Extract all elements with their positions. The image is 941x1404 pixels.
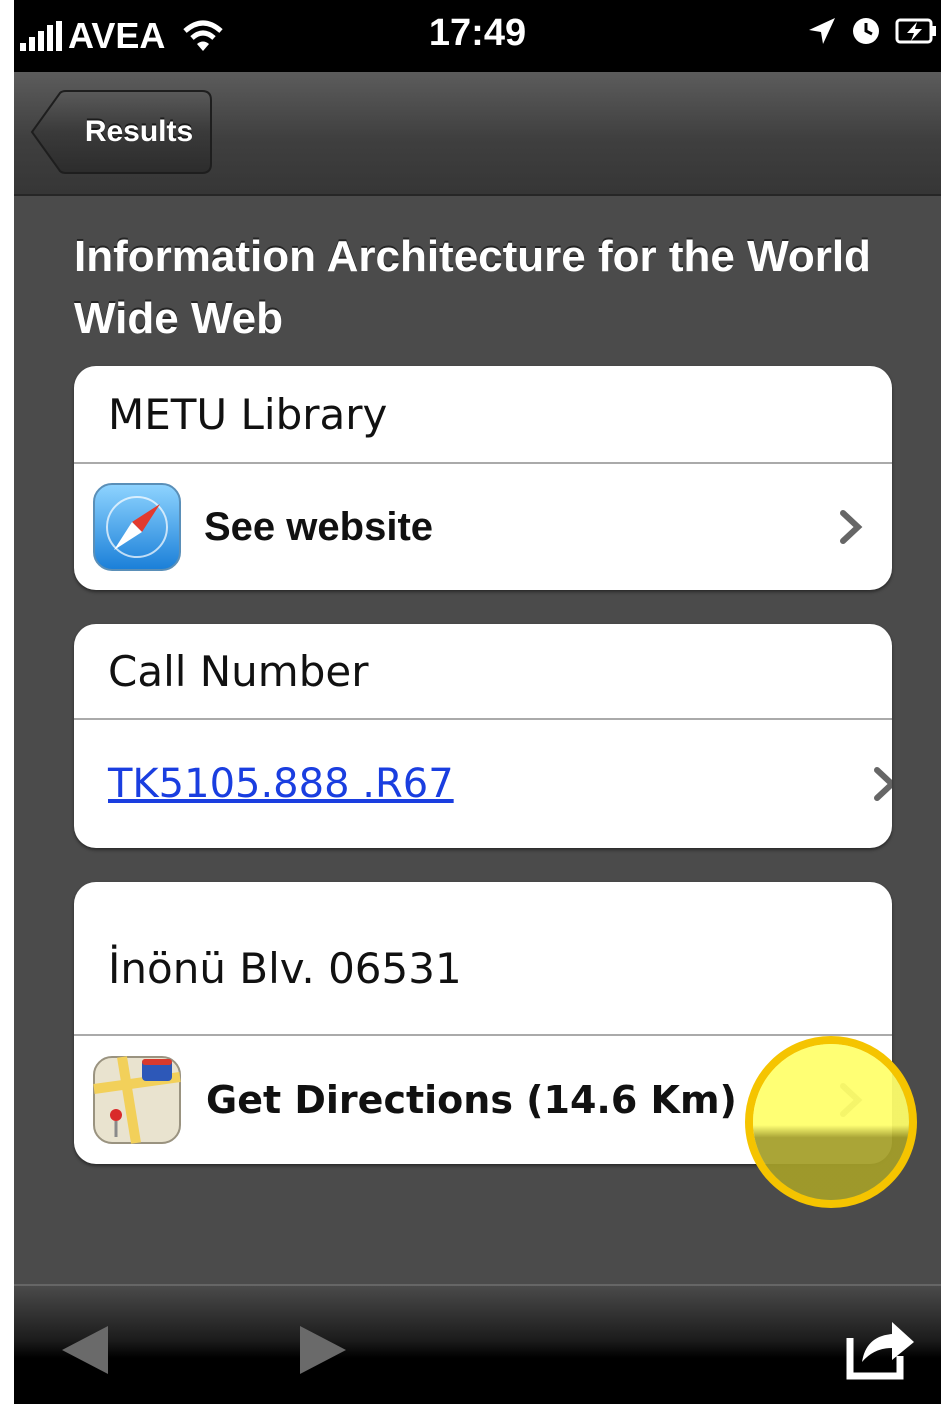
call-number-header: Call Number xyxy=(108,646,369,696)
call-number-header-row: Call Number xyxy=(74,624,892,718)
address-row: İnönü Blv. 06531 xyxy=(74,882,892,1034)
see-website-row[interactable]: See website xyxy=(74,464,892,590)
library-card: METU Library See website xyxy=(74,366,892,590)
battery-charging-icon xyxy=(895,18,936,44)
forward-arrow-icon[interactable] xyxy=(296,1322,352,1378)
get-directions-label: Get Directions (14.6 Km) xyxy=(206,1078,737,1122)
see-website-label: See website xyxy=(204,504,434,549)
bottom-toolbar xyxy=(14,1284,941,1404)
address-text: İnönü Blv. 06531 xyxy=(108,943,462,993)
library-name-row: METU Library xyxy=(74,366,892,462)
call-number-row[interactable]: TK5105.888 .R67 xyxy=(74,720,892,848)
location-arrow-icon xyxy=(809,18,835,44)
call-number-card: Call Number TK5105.888 .R67 xyxy=(74,624,892,848)
status-bar: AVEA 17:49 xyxy=(14,0,941,72)
safari-compass-icon xyxy=(93,483,181,571)
highlight-fill xyxy=(753,1044,909,1200)
call-number-link[interactable]: TK5105.888 .R67 xyxy=(108,761,454,807)
page-title: Information Architecture for the World W… xyxy=(74,232,871,343)
maps-icon xyxy=(93,1056,181,1144)
chevron-right-icon xyxy=(874,767,892,801)
status-time: 17:49 xyxy=(428,12,527,54)
back-button-label: Results xyxy=(84,115,194,148)
back-arrow-icon[interactable] xyxy=(56,1322,112,1378)
navigation-bar: Results xyxy=(14,72,941,196)
results-back-button[interactable]: Results xyxy=(30,90,212,174)
share-icon[interactable] xyxy=(846,1316,916,1380)
chevron-right-icon xyxy=(840,510,863,544)
library-name: METU Library xyxy=(108,389,388,439)
status-indicators xyxy=(807,16,937,46)
phone-screen: AVEA 17:49 Results Information Architect… xyxy=(14,0,941,1404)
tap-highlight-circle xyxy=(745,1036,917,1208)
clock-icon xyxy=(853,18,879,44)
